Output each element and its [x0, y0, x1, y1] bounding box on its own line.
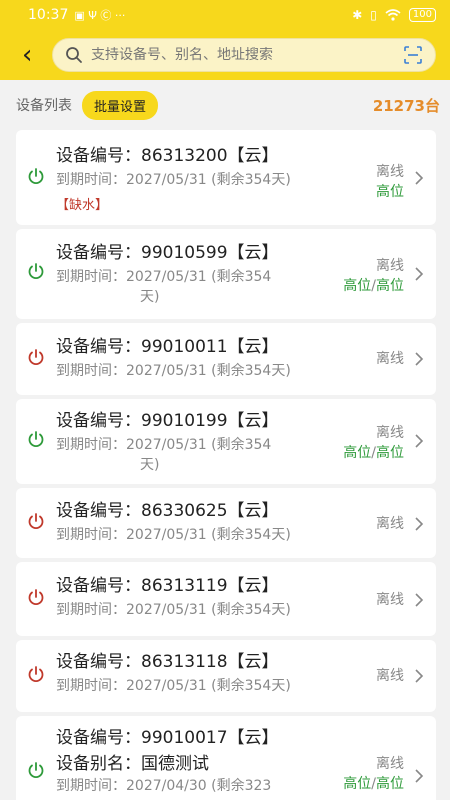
device-number: 设备编号：86330625【云】 [56, 501, 279, 521]
device-info: 设备编号：99010017【云】 设备别名：国德测试 到期时间：2027/04/… [56, 726, 346, 796]
battery-icon: 100 [408, 8, 436, 22]
chevron-right-icon [415, 352, 424, 366]
status-bar: 10:37 ▣ Ψ Ⓒ ··· ✱ ▯ 100 [0, 0, 450, 30]
offline-status: 离线 [376, 425, 404, 441]
chevron-right-icon [415, 593, 424, 607]
offline-status: 离线 [376, 351, 404, 367]
back-button[interactable]: ‹ [22, 42, 52, 68]
expiry-time: 到期时间：2027/05/31 (剩余354天) [56, 678, 291, 694]
level-status: 高位 [376, 184, 404, 200]
device-status: 离线 高位/高位 [343, 256, 404, 296]
chevron-right-icon [415, 267, 424, 281]
level-status: 高位/高位 [343, 278, 404, 294]
device-card[interactable]: 设备编号：86313200【云】 到期时间：2027/05/31 (剩余354天… [16, 130, 436, 225]
device-count: 21273台 [372, 96, 440, 115]
expiry-time: 到期时间：2027/05/31 (剩余354天) [56, 602, 291, 618]
device-card[interactable]: 设备编号：99010017【云】 设备别名：国德测试 到期时间：2027/04/… [16, 716, 436, 800]
chevron-right-icon [415, 434, 424, 448]
device-info: 设备编号：99010199【云】 到期时间：2027/05/31 (剩余354 … [56, 409, 346, 475]
offline-status: 离线 [376, 516, 404, 532]
device-info: 设备编号：99010011【云】 到期时间：2027/05/31 (剩余354天… [56, 335, 346, 381]
offline-status: 离线 [376, 668, 404, 684]
device-status: 离线 [376, 349, 404, 369]
expiry-time: 到期时间：2027/05/31 (剩余354 [56, 437, 272, 453]
device-number: 设备编号：86313200【云】 [56, 146, 279, 166]
notification-icons: ▣ Ψ Ⓒ ··· [74, 9, 126, 22]
device-status: 离线 [376, 590, 404, 610]
offline-status: 离线 [376, 164, 404, 180]
status-time: 10:37 [28, 7, 69, 23]
vibrate-icon: ▯ [370, 8, 377, 22]
device-info: 设备编号：86313118【云】 到期时间：2027/05/31 (剩余354天… [56, 650, 346, 696]
power-off-icon [28, 513, 44, 530]
chevron-right-icon [415, 171, 424, 185]
level-status: 高位/高位 [343, 445, 404, 461]
list-toolbar: 设备列表 批量设置 21273台 [0, 80, 450, 130]
power-on-icon [28, 762, 44, 779]
top-header: ‹ [0, 30, 450, 80]
device-card[interactable]: 设备编号：86330625【云】 到期时间：2027/05/31 (剩余354天… [16, 488, 436, 558]
device-status: 离线 高位/高位 [343, 754, 404, 794]
device-status: 离线 [376, 514, 404, 534]
power-on-icon [28, 263, 44, 280]
power-off-icon [28, 666, 44, 683]
device-number: 设备编号：99010599【云】 [56, 243, 279, 263]
expiry-time-cont: 天) [140, 457, 160, 473]
device-status: 离线 [376, 666, 404, 686]
device-info: 设备编号：86330625【云】 到期时间：2027/05/31 (剩余354天… [56, 499, 346, 545]
power-on-icon [28, 431, 44, 448]
power-on-icon [28, 168, 44, 185]
device-card[interactable]: 设备编号：99010599【云】 到期时间：2027/05/31 (剩余354 … [16, 229, 436, 319]
power-off-icon [28, 349, 44, 366]
offline-status: 离线 [376, 592, 404, 608]
device-card[interactable]: 设备编号：86313119【云】 到期时间：2027/05/31 (剩余354天… [16, 562, 436, 636]
device-card[interactable]: 设备编号：99010011【云】 到期时间：2027/05/31 (剩余354天… [16, 323, 436, 395]
device-card[interactable]: 设备编号：99010199【云】 到期时间：2027/05/31 (剩余354 … [16, 399, 436, 484]
search-icon [66, 47, 82, 63]
offline-status: 离线 [376, 258, 404, 274]
device-number: 设备编号：86313119【云】 [56, 576, 279, 596]
device-info: 设备编号：99010599【云】 到期时间：2027/05/31 (剩余354 … [56, 241, 346, 307]
chevron-right-icon [415, 517, 424, 531]
device-number: 设备编号：99010011【云】 [56, 337, 279, 357]
wifi-icon [385, 9, 401, 21]
device-card[interactable]: 设备编号：86313118【云】 到期时间：2027/05/31 (剩余354天… [16, 640, 436, 712]
level-status: 高位/高位 [343, 776, 404, 792]
water-shortage-tag: 【缺水】 [56, 198, 109, 213]
expiry-time: 到期时间：2027/04/30 (剩余323 [56, 778, 272, 794]
search-bar[interactable] [52, 38, 436, 72]
expiry-time: 到期时间：2027/05/31 (剩余354天) [56, 527, 291, 543]
expiry-time: 到期时间：2027/05/31 (剩余354天) [56, 172, 291, 188]
device-info: 设备编号：86313119【云】 到期时间：2027/05/31 (剩余354天… [56, 574, 346, 620]
batch-settings-button[interactable]: 批量设置 [82, 90, 159, 120]
device-number: 设备编号：99010199【云】 [56, 411, 279, 431]
expiry-time: 到期时间：2027/05/31 (剩余354 [56, 269, 272, 285]
expiry-time-cont: 天) [140, 289, 160, 305]
expiry-time: 到期时间：2027/05/31 (剩余354天) [56, 363, 291, 379]
chevron-right-icon [415, 669, 424, 683]
list-title: 设备列表 [16, 98, 72, 114]
device-number: 设备编号：86313118【云】 [56, 652, 279, 672]
scan-icon[interactable] [403, 45, 423, 65]
power-off-icon [28, 589, 44, 606]
device-status: 离线 高位 [376, 162, 404, 202]
device-alias: 设备别名：国德测试 [56, 754, 209, 774]
chevron-right-icon [415, 769, 424, 783]
bluetooth-icon: ✱ [352, 8, 363, 22]
offline-status: 离线 [376, 756, 404, 772]
device-info: 设备编号：86313200【云】 到期时间：2027/05/31 (剩余354天… [56, 144, 346, 213]
device-status: 离线 高位/高位 [343, 423, 404, 463]
search-input[interactable] [91, 47, 395, 63]
device-number: 设备编号：99010017【云】 [56, 728, 279, 748]
